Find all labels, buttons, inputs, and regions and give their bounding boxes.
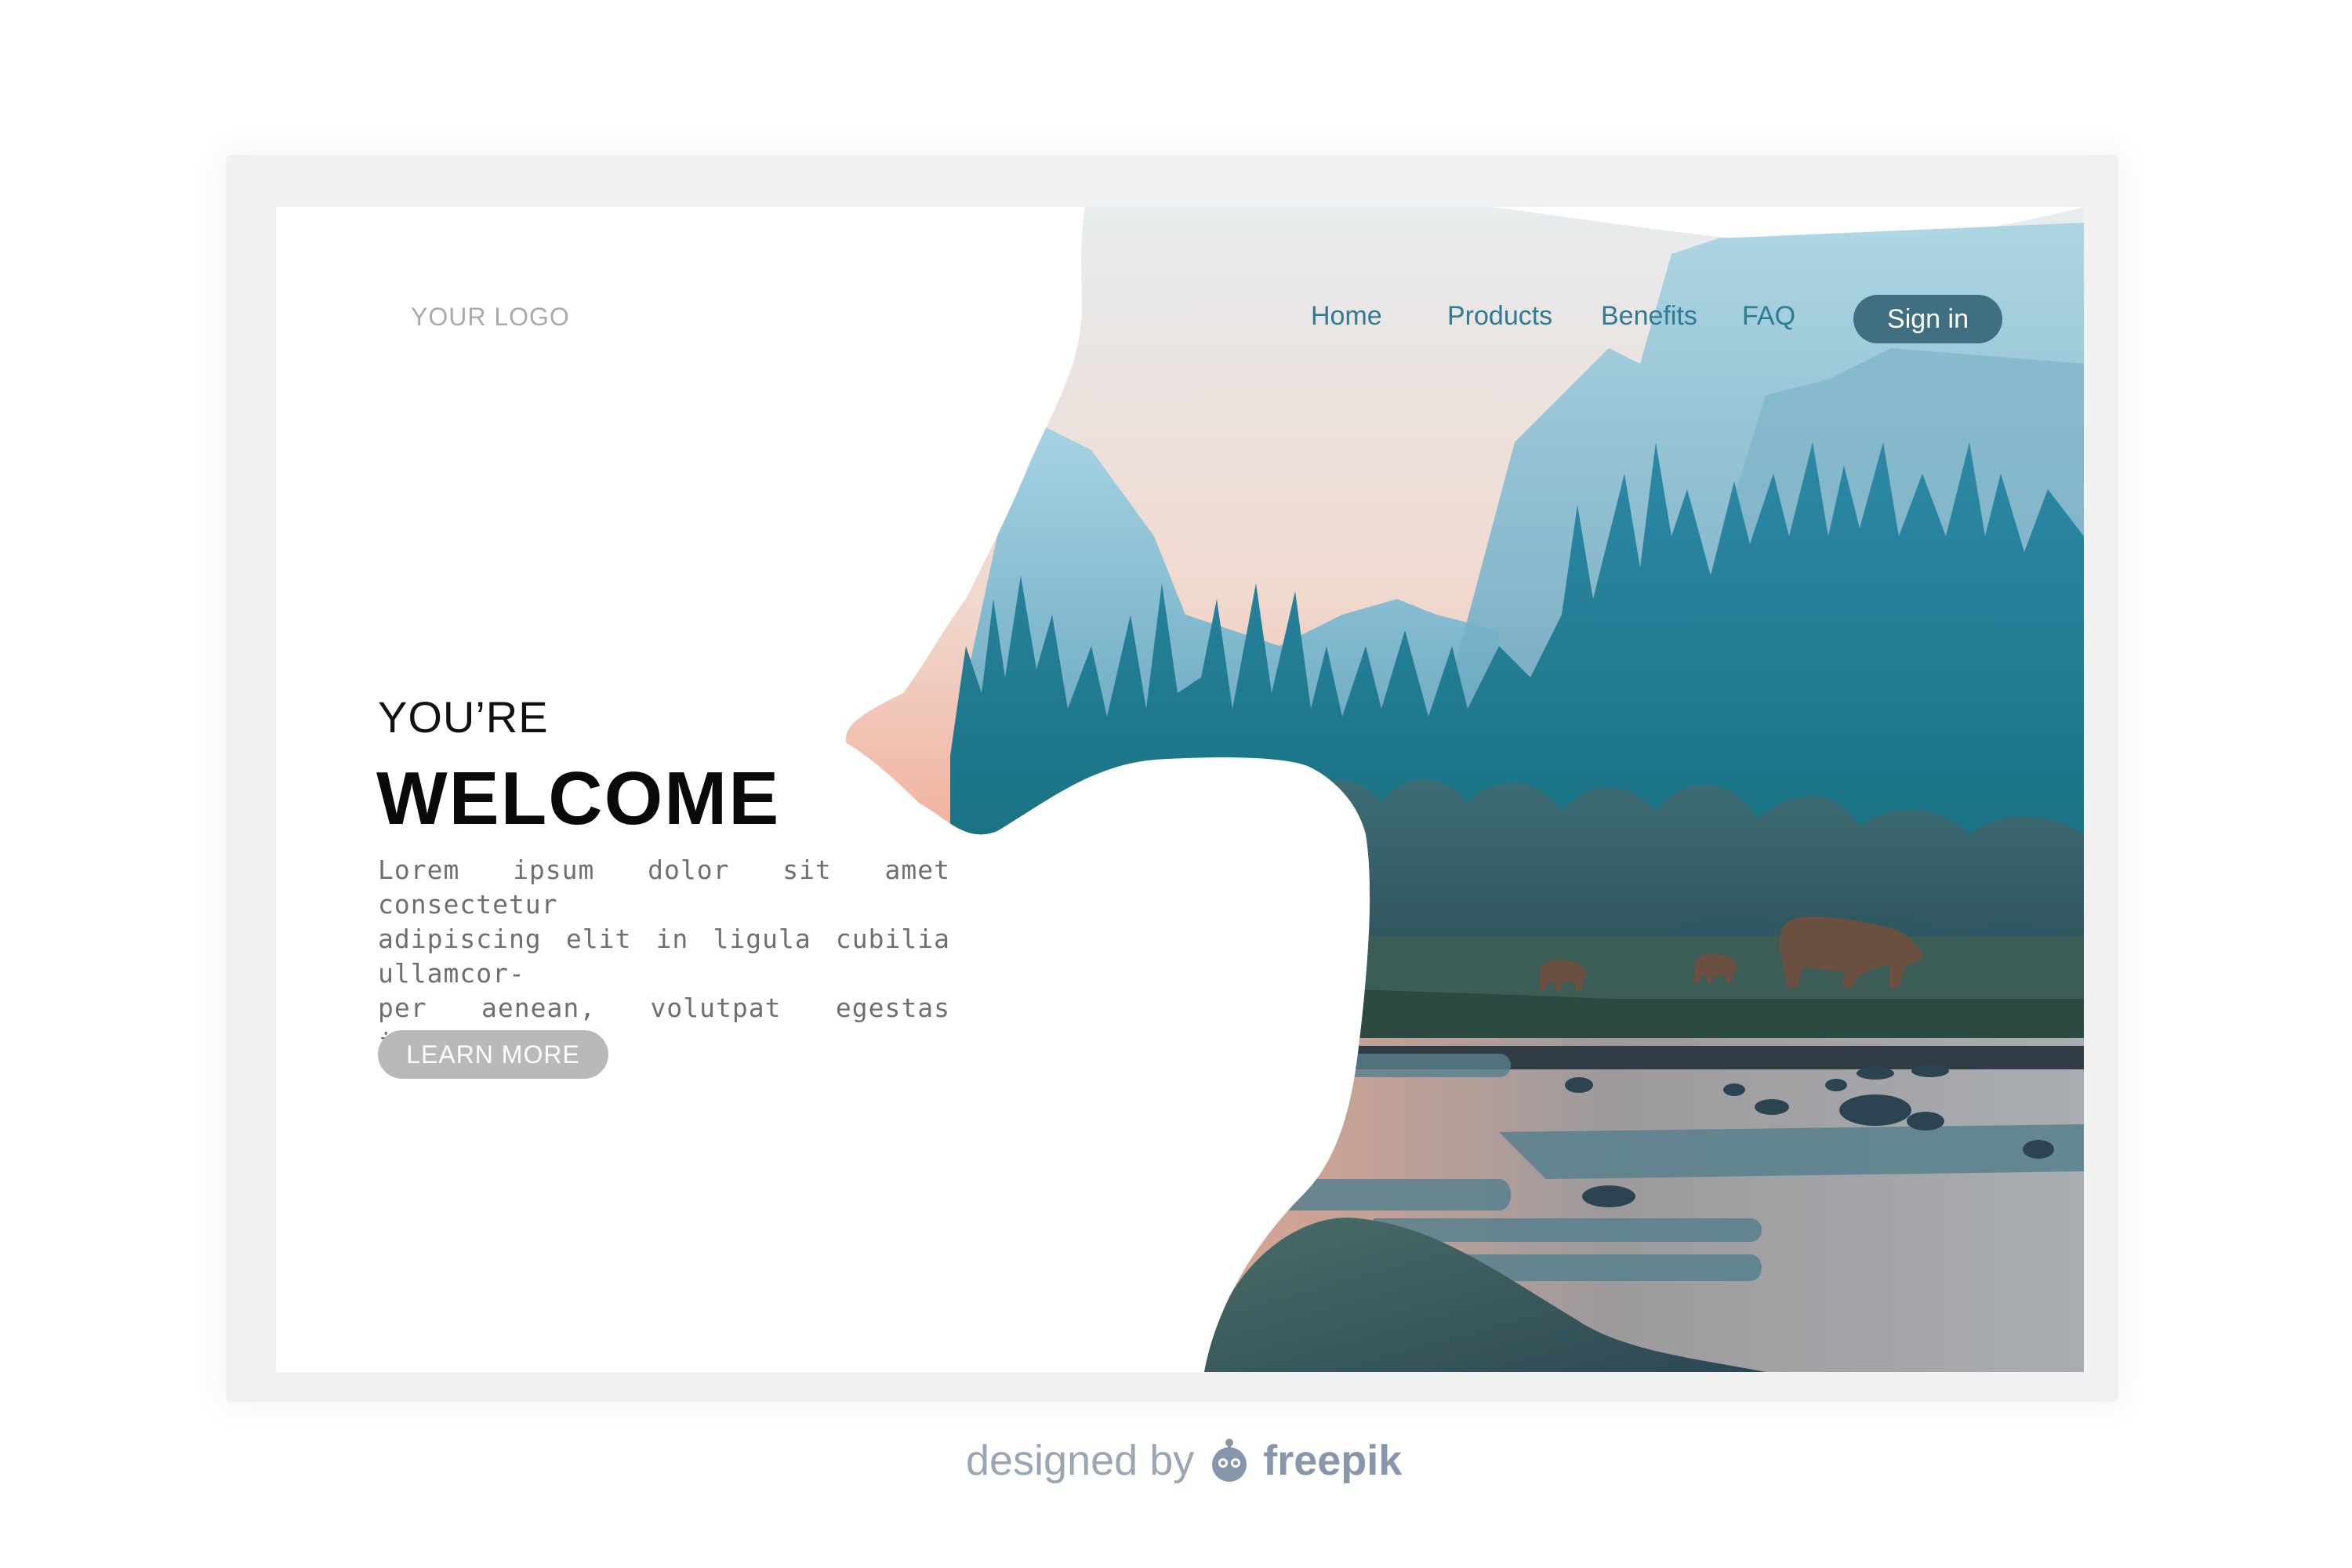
nav-benefits[interactable]: Benefits [1601, 301, 1697, 332]
hero-description-line: adipiscing elit in ligula cubilia ullamc… [378, 924, 950, 989]
hero-description: Lorem ipsum dolor sit amet consectetur a… [378, 853, 950, 1060]
logo[interactable]: YOUR LOGO [411, 303, 570, 332]
freepik-logo-icon [1212, 1439, 1247, 1482]
credit-brand: freepik [1263, 1437, 1403, 1484]
sign-in-button[interactable]: Sign in [1853, 295, 2002, 343]
learn-more-button[interactable]: LEARN MORE [378, 1030, 608, 1079]
hero-description-line: Lorem ipsum dolor sit amet consectetur [378, 855, 950, 920]
nav-home[interactable]: Home [1311, 301, 1382, 332]
nav-products[interactable]: Products [1447, 301, 1552, 332]
hero-subtitle: YOU’RE [378, 692, 549, 742]
freepik-credit[interactable]: designed by freepik [966, 1436, 1402, 1485]
credit-prefix: designed by [966, 1437, 1195, 1484]
landing-page: YOUR LOGO Home Products Benefits FAQ Sig… [276, 207, 2084, 1372]
hero-title: WELCOME [376, 757, 781, 840]
nav-faq[interactable]: FAQ [1742, 301, 1795, 332]
